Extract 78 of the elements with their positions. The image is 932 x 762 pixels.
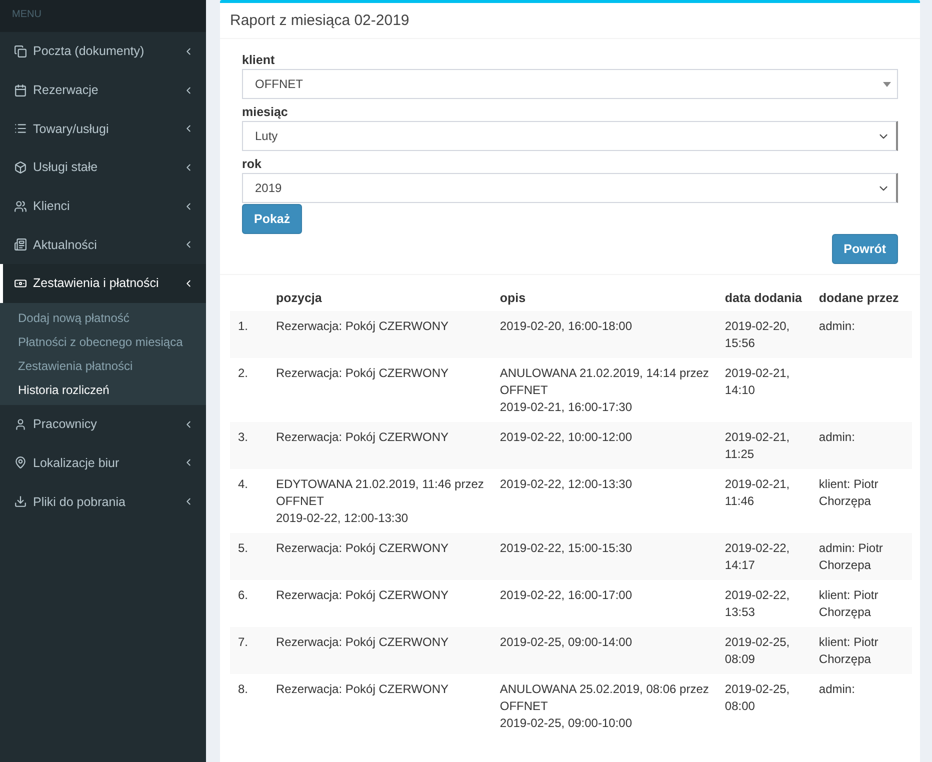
- sidebar-item[interactable]: Lokalizacje biur: [0, 444, 206, 482]
- select-field[interactable]: Luty: [242, 121, 898, 151]
- field-label: klient: [242, 53, 276, 67]
- table-cell: 2019-02-22, 15:00-15:30: [492, 533, 717, 580]
- table-cell: 2019-02-22, 16:00-17:00: [492, 580, 717, 627]
- table-cell: EDYTOWANA 21.02.2019, 11:46 przez OFFNET 2019-02-22, 12:00-13:30: [268, 469, 492, 533]
- submenu-item[interactable]: Płatności z obecnego miesiąca: [0, 330, 206, 354]
- table-cell: Rezerwacja: Pokój CZERWONY: [268, 627, 492, 674]
- row-number: 4.: [230, 469, 268, 533]
- menu-icon: [14, 495, 27, 508]
- table-cell: admin: Piotr Chorzepa: [810, 533, 912, 580]
- table-cell: 2019-02-21, 14:10: [716, 358, 811, 422]
- row-number: 1.: [230, 311, 268, 358]
- menu-icon: [14, 200, 27, 213]
- table-cell: 2019-02-20, 15:56: [716, 311, 811, 358]
- card-title: Raport z miesiąca 02-2019: [220, 3, 920, 39]
- field-label: miesiąc: [242, 105, 289, 119]
- select-field[interactable]: 2019: [242, 173, 898, 203]
- row-number: 6.: [230, 580, 268, 627]
- table-cell: admin:: [810, 674, 912, 738]
- submenu-item[interactable]: Zestawienia płatności: [0, 354, 206, 378]
- menu-icon: [14, 122, 27, 136]
- sidebar-item[interactable]: Rezerwacje: [0, 70, 206, 110]
- column-header: data dodania: [716, 285, 811, 311]
- table-cell: Rezerwacja: Pokój CZERWONY: [268, 580, 492, 627]
- column-header: opis: [492, 285, 717, 311]
- menu-icon: [14, 160, 27, 174]
- table-cell: ANULOWANA 21.02.2019, 14:14 przez OFFNET 2019-02-21, 16:00-17:30: [492, 358, 717, 422]
- table-cell: 2019-02-25, 08:00: [716, 674, 811, 738]
- table-cell: klient: Piotr Chorzępa: [810, 469, 912, 533]
- table-cell: 2019-02-22, 10:00-12:00: [492, 422, 717, 469]
- table-cell: Rezerwacja: Pokój CZERWONY: [268, 422, 492, 469]
- menu-icon: [14, 44, 27, 58]
- table-cell: 2019-02-25, 09:00-14:00: [492, 627, 717, 674]
- field-label: rok: [242, 157, 262, 171]
- column-header: pozycja: [268, 285, 492, 311]
- menu-icon: [14, 418, 27, 431]
- table-cell: Rezerwacja: Pokój CZERWONY: [268, 358, 492, 422]
- table-cell: Rezerwacja: Pokój CZERWONY: [268, 674, 492, 738]
- table-cell: 2019-02-21, 11:46: [716, 469, 811, 533]
- sidebar-item[interactable]: Zestawienia i płatności: [0, 264, 206, 303]
- back-button[interactable]: Powrót: [832, 234, 898, 264]
- table-cell: 2019-02-21, 11:25: [716, 422, 811, 469]
- table-cell: ANULOWANA 25.02.2019, 08:06 przez OFFNET 2019-02-25, 09:00-10:00: [492, 674, 717, 738]
- sidebar-item[interactable]: Pliki do pobrania: [0, 482, 206, 521]
- sidebar-item[interactable]: Aktualności: [0, 225, 206, 264]
- table-cell: Rezerwacja: Pokój CZERWONY: [268, 533, 492, 580]
- table-cell: 2019-02-22, 13:53: [716, 580, 811, 627]
- table-cell: klient: Piotr Chorzępa: [810, 627, 912, 674]
- table-cell: 2019-02-25, 08:09: [716, 627, 811, 674]
- table-cell: 2019-02-20, 16:00-18:00: [492, 311, 717, 358]
- row-number: 3.: [230, 422, 268, 469]
- sidebar-item[interactable]: Towary/usługi: [0, 109, 206, 148]
- row-number: 2.: [230, 358, 268, 422]
- menu-icon: [14, 238, 27, 252]
- column-header: dodane przez: [810, 285, 912, 311]
- submenu-item[interactable]: Dodaj nową płatność: [0, 306, 206, 330]
- sidebar-item[interactable]: Pracownicy: [0, 404, 206, 444]
- submenu-item[interactable]: Historia rozliczeń: [0, 378, 206, 402]
- row-number: 7.: [230, 627, 268, 674]
- menu-icon: [14, 456, 27, 470]
- menu-header: MENU: [0, 0, 206, 32]
- table-cell: Rezerwacja: Pokój CZERWONY: [268, 311, 492, 358]
- select-field[interactable]: OFFNET: [242, 69, 898, 99]
- show-button[interactable]: Pokaż: [242, 204, 302, 234]
- sidebar-item[interactable]: Poczta (dokumenty): [0, 32, 206, 71]
- sidebar-item[interactable]: Usługi stałe: [0, 148, 206, 187]
- sidebar-item[interactable]: Klienci: [0, 186, 206, 226]
- table-cell: klient: Piotr Chorzępa: [810, 580, 912, 627]
- row-number: 5.: [230, 533, 268, 580]
- menu-icon: [14, 276, 27, 290]
- table-cell: admin:: [810, 311, 912, 358]
- caret-icon: [883, 82, 891, 86]
- table-cell: 2019-02-22, 12:00-13:30: [492, 469, 717, 533]
- row-number: 8.: [230, 674, 268, 738]
- table-cell: 2019-02-22, 14:17: [716, 533, 811, 580]
- menu-icon: [14, 84, 27, 97]
- table-cell: admin:: [810, 422, 912, 469]
